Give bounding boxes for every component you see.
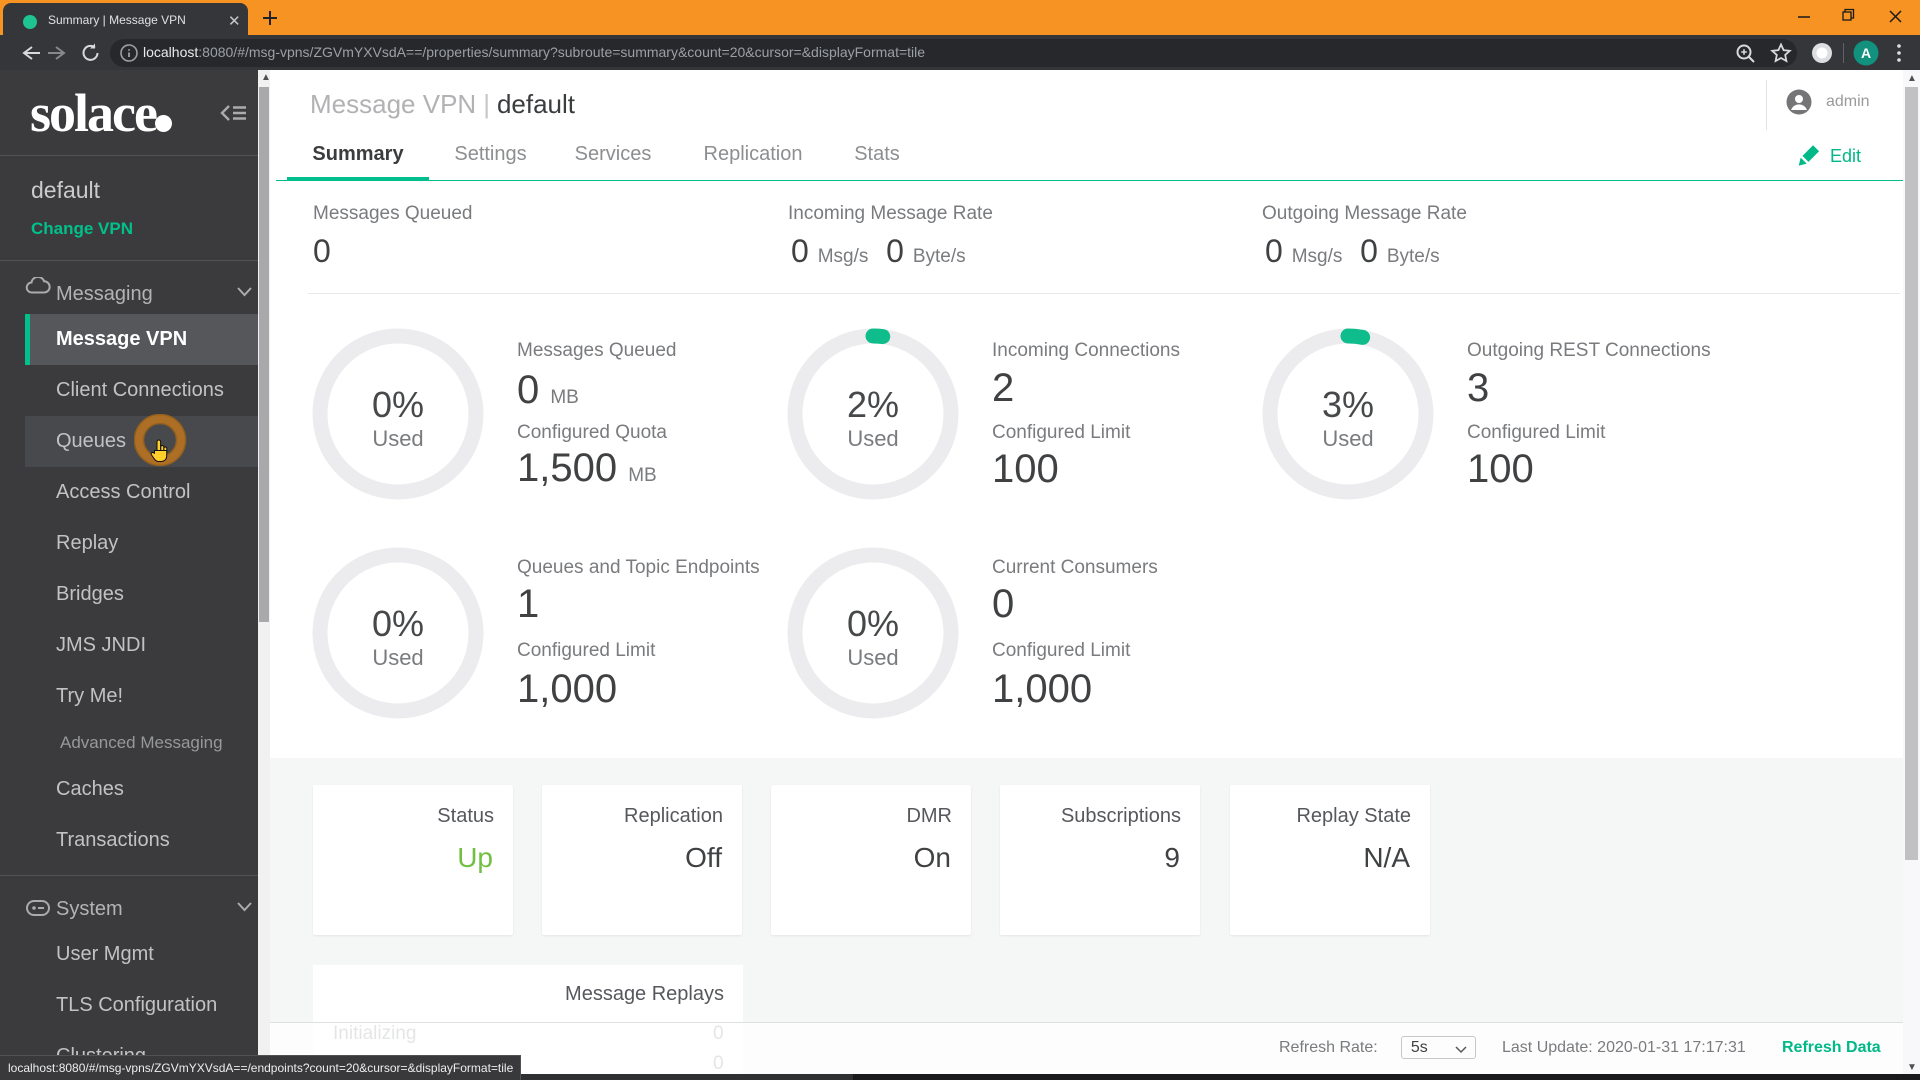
svg-text:A: A xyxy=(1861,45,1871,61)
